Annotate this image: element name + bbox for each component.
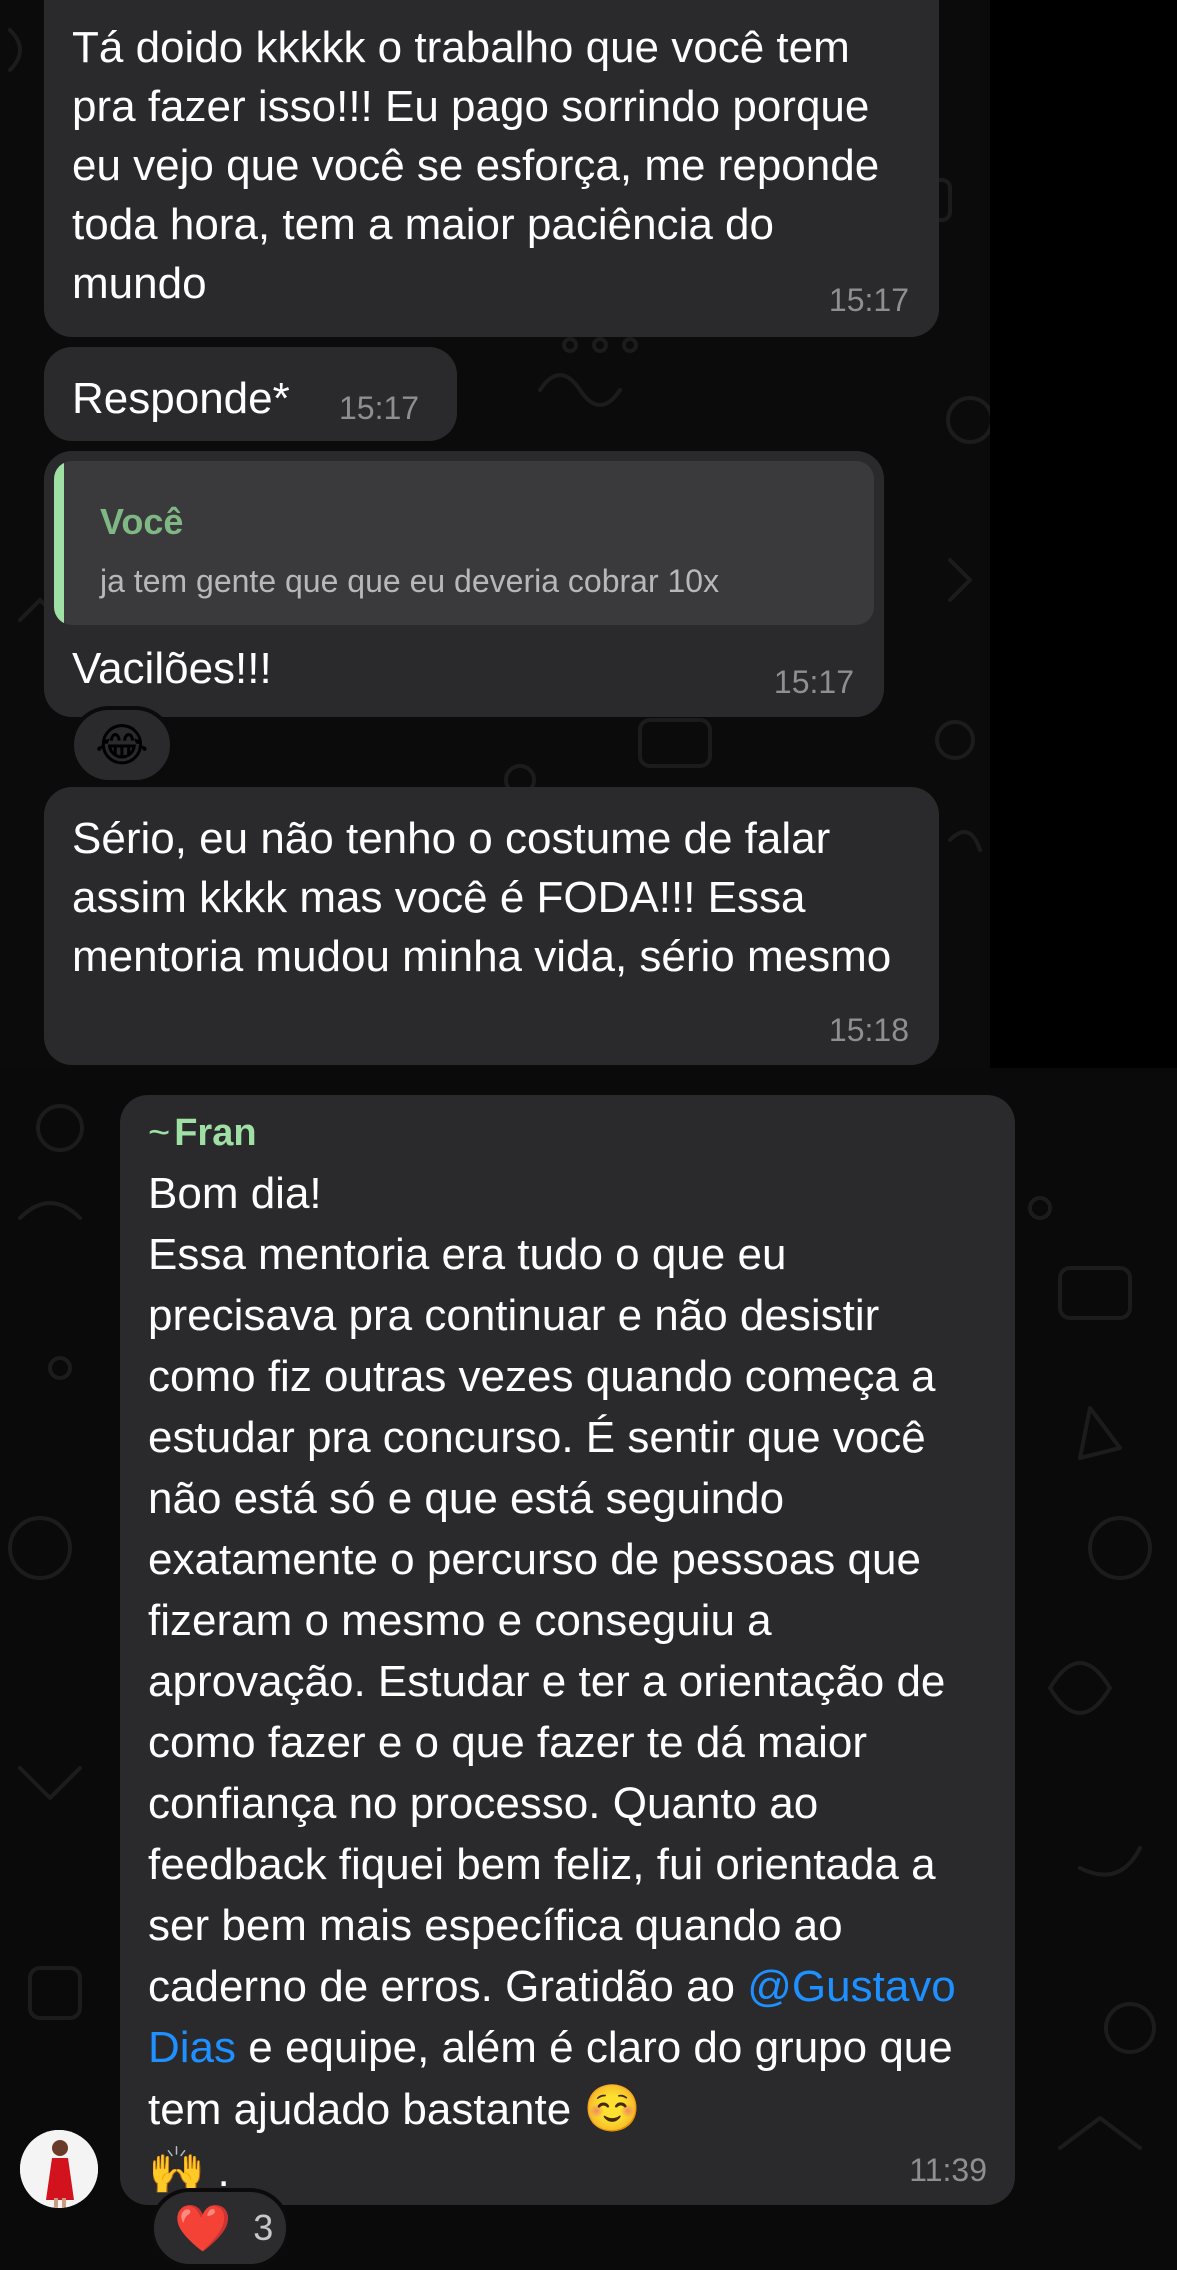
heart-icon: ❤️	[174, 2201, 232, 2254]
sender-prefix: ~	[148, 1112, 171, 1154]
quote-accent-bar	[54, 461, 64, 625]
message-timestamp: 15:17	[773, 664, 854, 700]
sender-name-text: Fran	[174, 1112, 257, 1154]
message-text-tail: e equipe, além é claro do grupo que tem …	[148, 2023, 953, 2134]
incoming-message-bubble[interactable]: Sério, eu não tenho o costume de falar a…	[44, 787, 939, 1065]
message-reaction[interactable]: 😂	[70, 706, 174, 784]
smiling-face-icon: ☺️	[583, 2082, 641, 2134]
sender-name[interactable]: ~ Fran	[148, 1109, 985, 1157]
quoted-author: Você	[100, 501, 184, 542]
message-text: Bom dia! Essa mentoria era tudo o que eu…	[148, 1163, 985, 2202]
incoming-message-bubble[interactable]: Responde* 15:17	[44, 347, 457, 441]
message-timestamp: 15:17	[828, 282, 909, 318]
message-timestamp: 11:39	[909, 2152, 987, 2188]
message-reaction[interactable]: ❤️ 3	[150, 2188, 290, 2268]
reaction-count: 3	[253, 2207, 274, 2248]
incoming-reply-bubble[interactable]: Você ja tem gente que que eu deveria cob…	[44, 451, 884, 717]
chat-panel-top: Tá doido kkkkk o trabalho que você tem p…	[0, 0, 990, 1068]
message-timestamp: 15:18	[828, 1012, 909, 1048]
quoted-text: ja tem gente que que eu deveria cobrar 1…	[100, 563, 720, 599]
message-timestamp: 15:17	[339, 390, 420, 426]
message-text: Tá doido kkkkk o trabalho que você tem p…	[72, 23, 880, 308]
tears-of-joy-icon: 😂	[95, 719, 149, 771]
message-text-lead: Bom dia! Essa mentoria era tudo o que eu…	[148, 1169, 946, 2011]
incoming-group-message-bubble[interactable]: ~ Fran Bom dia! Essa mentoria era tudo o …	[120, 1095, 1015, 2205]
chat-panel-bottom: ~ Fran Bom dia! Essa mentoria era tudo o …	[0, 1068, 1177, 2270]
avatar-image	[20, 2130, 98, 2208]
message-text: Sério, eu não tenho o costume de falar a…	[72, 814, 892, 981]
incoming-message-bubble[interactable]: Tá doido kkkkk o trabalho que você tem p…	[44, 0, 939, 337]
quoted-message[interactable]: Você ja tem gente que que eu deveria cob…	[54, 461, 874, 625]
message-text: Vacilões!!!	[72, 644, 272, 693]
sender-avatar[interactable]	[20, 2130, 98, 2208]
